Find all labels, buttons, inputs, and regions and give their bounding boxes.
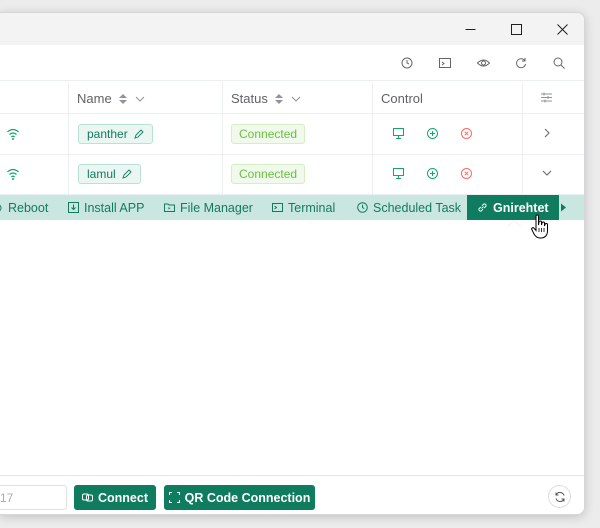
device-name-tag[interactable]: lamul (78, 164, 141, 184)
scroll-right-button[interactable] (560, 195, 567, 220)
table-row[interactable]: lamul Connected (0, 155, 584, 195)
gnirehtet-label: Gnirehtet (493, 200, 549, 215)
refresh-icon[interactable] (513, 55, 529, 71)
refresh-icon (555, 491, 564, 502)
close-circle-icon[interactable] (460, 167, 472, 179)
sort-icon[interactable] (274, 93, 284, 105)
ip-address-value: 17 (0, 490, 14, 505)
link-icon (478, 203, 487, 212)
terminal-button[interactable]: Terminal (272, 195, 335, 220)
qr-connection-button[interactable]: QR Code Connection (164, 485, 315, 510)
plus-circle-icon[interactable] (426, 167, 438, 179)
status-text: Connected (239, 127, 298, 141)
connect-label: Connect (98, 490, 148, 505)
qr-connection-label: QR Code Connection (184, 490, 311, 505)
eye-icon[interactable] (475, 55, 491, 71)
file-manager-label: File Manager (180, 200, 253, 215)
status-badge: Connected (231, 124, 306, 144)
wifi-icon (6, 167, 20, 181)
terminal-icon[interactable] (437, 55, 453, 71)
status-text: Connected (239, 167, 298, 181)
search-icon[interactable] (551, 55, 567, 71)
refresh-button[interactable] (548, 485, 571, 508)
close-icon (556, 23, 568, 35)
terminal-icon (272, 203, 283, 212)
plus-circle-icon[interactable] (426, 127, 438, 139)
history-icon[interactable] (399, 55, 415, 71)
minimize-icon (465, 28, 475, 30)
table-header: Name Status Control (0, 82, 584, 114)
device-name-tag[interactable]: panther (78, 124, 153, 144)
chevron-down-icon[interactable] (541, 167, 553, 179)
device-name: panther (87, 127, 128, 141)
minimize-button[interactable] (447, 13, 493, 45)
chevron-down-icon[interactable] (134, 93, 146, 105)
chevron-right-icon[interactable] (541, 127, 553, 139)
terminal-label: Terminal (288, 200, 336, 215)
scheduled-task-button[interactable]: Scheduled Task (357, 195, 461, 220)
power-icon (0, 204, 2, 211)
scheduled-task-label: Scheduled Task (373, 200, 462, 215)
app-window: Name Status Control panther Connected la… (0, 12, 585, 515)
reboot-label: Reboot (8, 200, 49, 215)
maximize-icon (510, 23, 522, 35)
qr-icon (168, 492, 180, 503)
install-app-label: Install APP (84, 200, 145, 215)
header-control-label: Control (381, 91, 423, 106)
folder-icon (164, 203, 175, 212)
clock-icon (357, 202, 368, 213)
header-control: Control (381, 91, 423, 106)
header-status[interactable]: Status (231, 91, 302, 106)
header-status-label: Status (231, 91, 268, 106)
close-window-button[interactable] (539, 13, 584, 45)
ip-address-input[interactable]: 17 (0, 485, 67, 510)
edit-icon[interactable] (133, 129, 144, 139)
monitor-icon[interactable] (392, 127, 404, 139)
table-row[interactable]: panther Connected (0, 115, 584, 155)
header-name[interactable]: Name (77, 91, 146, 106)
download-icon (68, 202, 79, 213)
caret-right-icon (561, 203, 566, 212)
device-action-bar: Reboot Install APP File Manager Terminal… (0, 195, 584, 220)
wifi-icon (6, 127, 20, 141)
device-name: lamul (87, 167, 116, 181)
reboot-button[interactable]: Reboot (0, 195, 48, 220)
column-settings-icon[interactable] (541, 92, 552, 103)
sort-icon[interactable] (118, 93, 128, 105)
install-app-button[interactable]: Install APP (68, 195, 144, 220)
top-toolbar (0, 45, 584, 81)
monitor-icon[interactable] (392, 167, 404, 179)
connect-button[interactable]: Connect (74, 485, 156, 510)
header-name-label: Name (77, 91, 112, 106)
tooltip-arrow (507, 220, 521, 227)
chevron-down-icon[interactable] (290, 93, 302, 105)
edit-icon[interactable] (121, 169, 132, 179)
close-circle-icon[interactable] (460, 127, 472, 139)
hand-cursor-icon (531, 214, 551, 243)
maximize-button[interactable] (493, 13, 539, 45)
status-badge: Connected (231, 164, 306, 184)
connect-icon (82, 493, 93, 502)
title-bar (0, 13, 584, 45)
connection-footer: 17 Connect QR Code Connection (0, 475, 584, 514)
file-manager-button[interactable]: File Manager (164, 195, 253, 220)
